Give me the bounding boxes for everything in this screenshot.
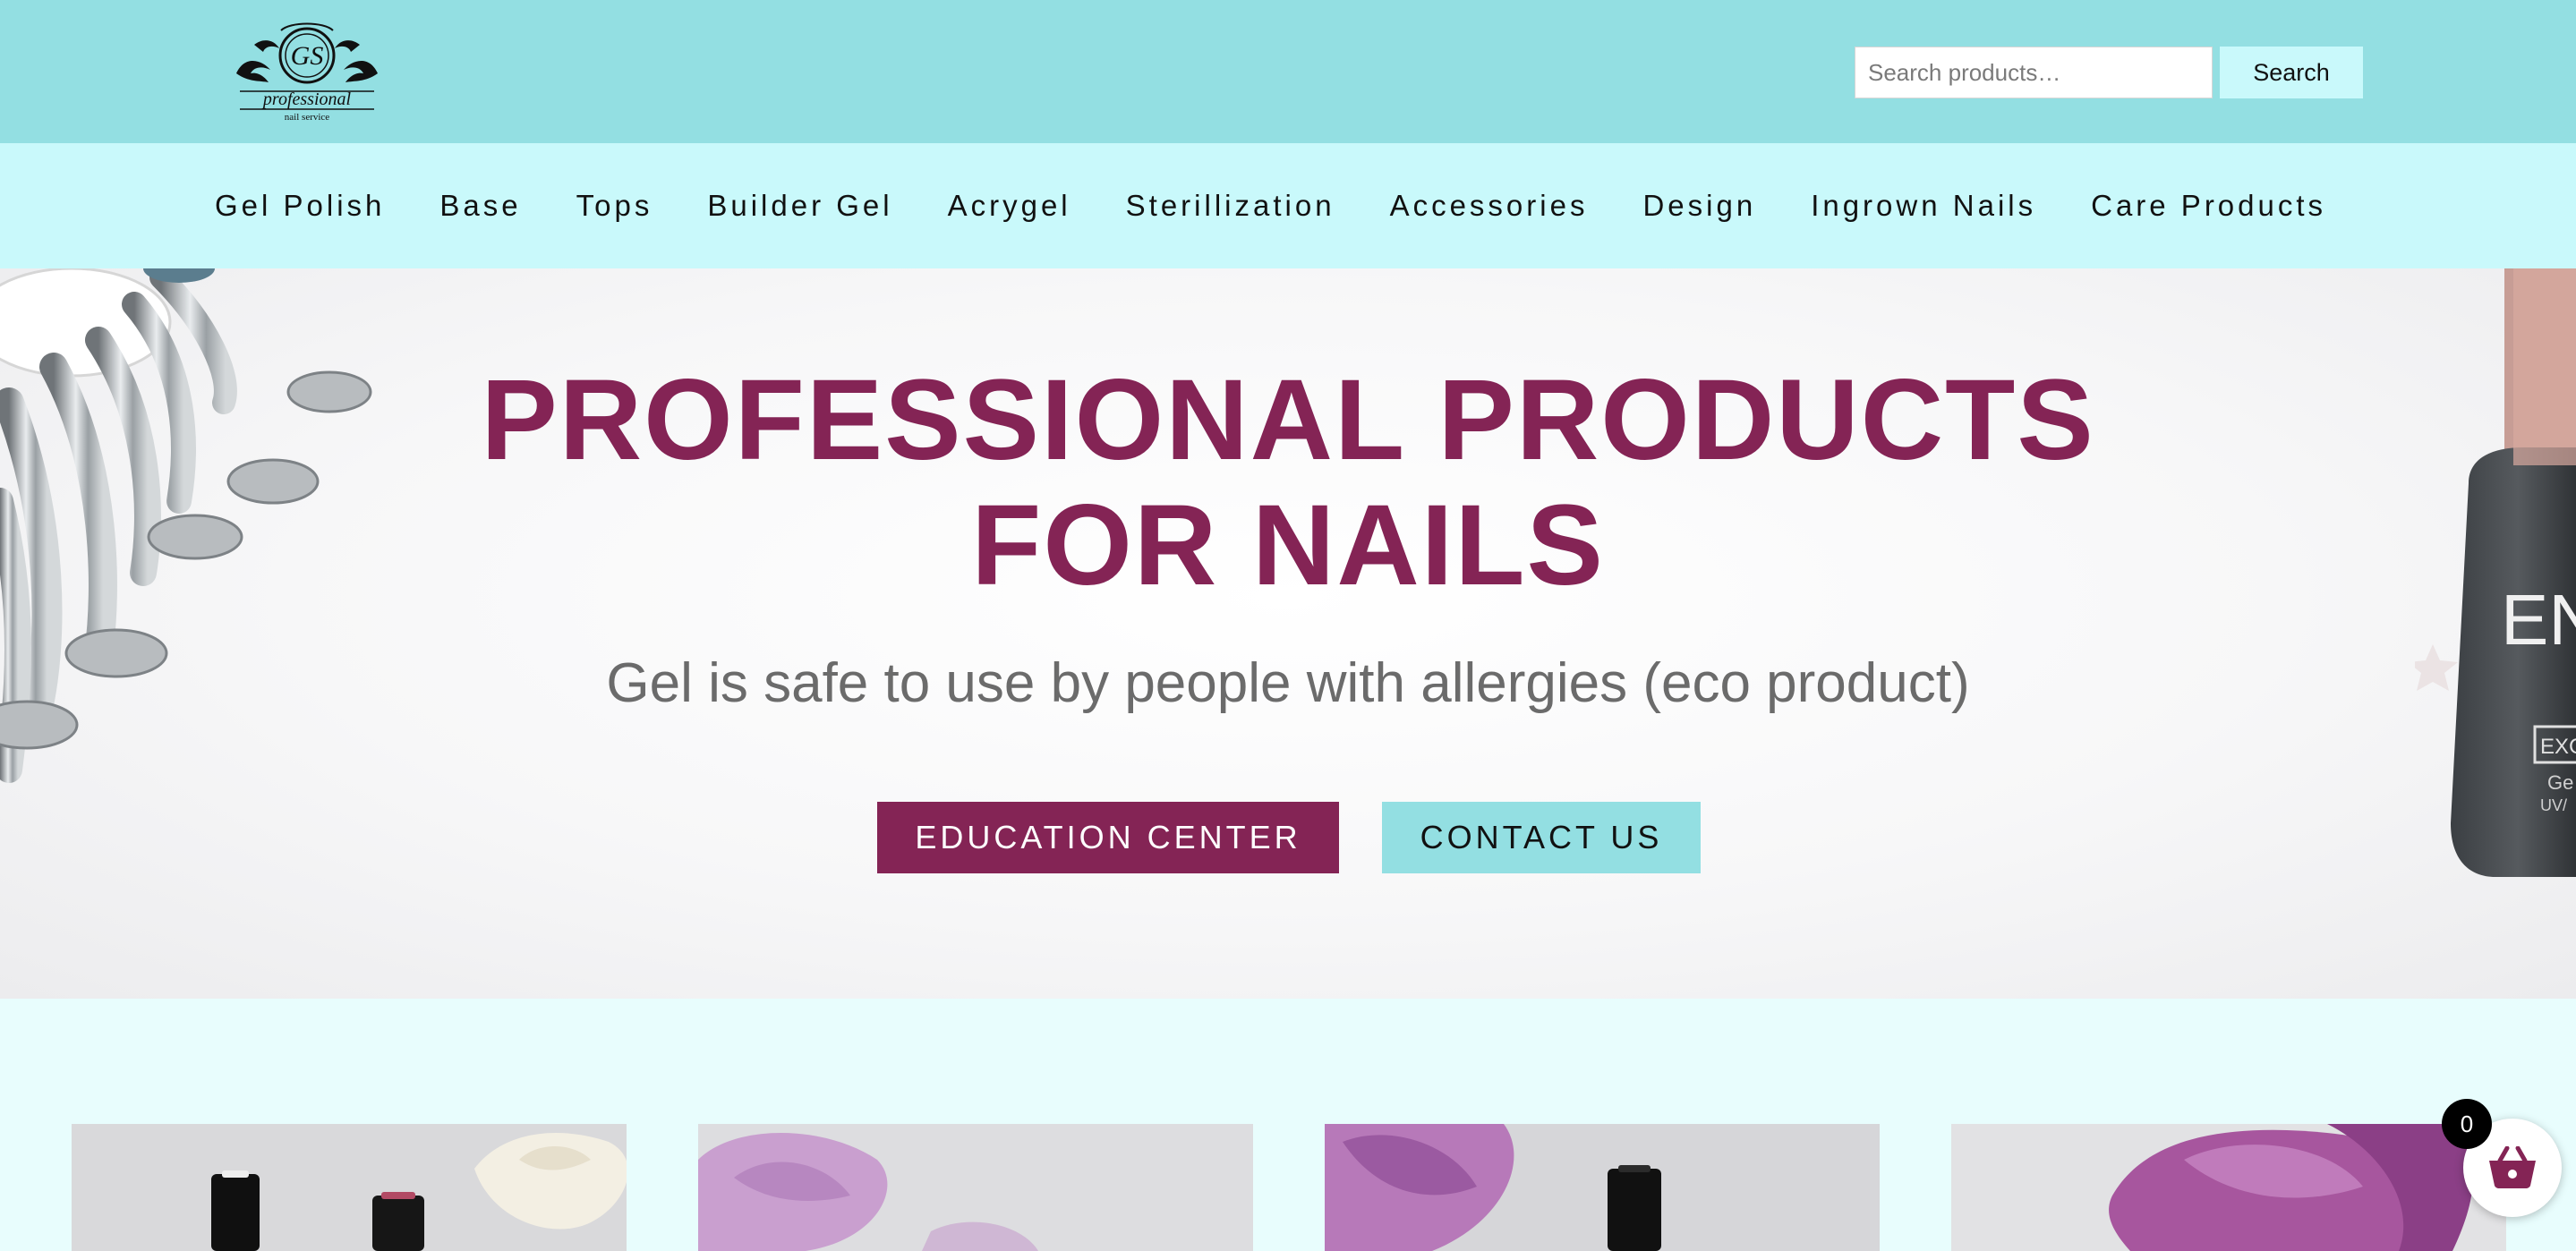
svg-text:GS: GS <box>291 41 324 71</box>
contact-us-button[interactable]: CONTACT US <box>1382 802 1701 873</box>
product-image <box>1951 1124 2506 1251</box>
svg-text:professional: professional <box>261 89 352 109</box>
category-nav: Gel Polish Base Tops Builder Gel Acrygel… <box>0 143 2576 268</box>
basket-icon <box>2489 1146 2536 1188</box>
education-center-button[interactable]: EDUCATION CENTER <box>877 802 1339 873</box>
svg-text:Ge: Ge <box>2547 771 2573 794</box>
nav-item-acrygel[interactable]: Acrygel <box>948 189 1071 223</box>
nav-item-sterillization[interactable]: Sterillization <box>1126 189 1335 223</box>
nav-item-base[interactable]: Base <box>439 189 521 223</box>
cart-count-badge: 0 <box>2442 1099 2492 1149</box>
nav-item-accessories[interactable]: Accessories <box>1390 189 1589 223</box>
product-image <box>72 1124 627 1251</box>
site-header: GS professional nail service Search <box>0 0 2576 143</box>
product-card[interactable] <box>1325 1124 1880 1251</box>
nav-item-care-products[interactable]: Care Products <box>2091 189 2326 223</box>
svg-text:nail service: nail service <box>285 112 330 123</box>
search-input[interactable] <box>1855 47 2213 98</box>
svg-text:EXC: EXC <box>2540 735 2576 759</box>
nav-item-ingrown-nails[interactable]: Ingrown Nails <box>1811 189 2036 223</box>
gs-professional-logo: GS professional nail service <box>236 22 378 123</box>
hero-banner: EN EXC Ge UV/ PROFESSIONAL PRODUCTS FOR … <box>0 268 2576 999</box>
nav-item-tops[interactable]: Tops <box>576 189 653 223</box>
hero-subtitle: Gel is safe to use by people with allerg… <box>606 652 1970 714</box>
product-image <box>698 1124 1253 1251</box>
hero-title: PROFESSIONAL PRODUCTS FOR NAILS <box>481 356 2095 609</box>
product-card[interactable] <box>72 1124 627 1251</box>
nav-item-design[interactable]: Design <box>1642 189 1756 223</box>
svg-text:UV/: UV/ <box>2540 796 2567 814</box>
nav-item-gel-polish[interactable]: Gel Polish <box>215 189 385 223</box>
search-button[interactable]: Search <box>2220 47 2363 98</box>
nav-item-builder-gel[interactable]: Builder Gel <box>707 189 892 223</box>
product-card[interactable] <box>698 1124 1253 1251</box>
product-card[interactable] <box>1951 1124 2506 1251</box>
product-image <box>1325 1124 1880 1251</box>
